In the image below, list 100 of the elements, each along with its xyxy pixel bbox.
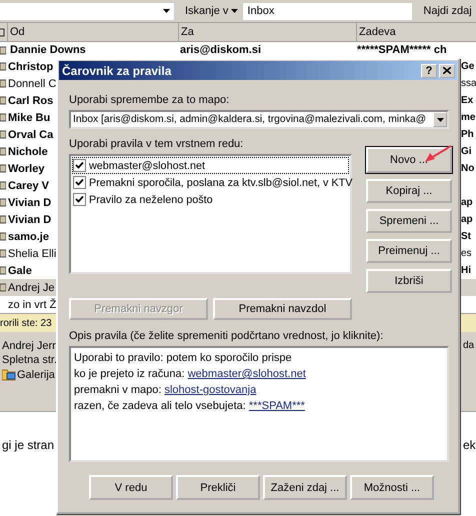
dialog-button[interactable]: V redu: [89, 475, 173, 500]
rule-action-button[interactable]: Izbriši: [366, 269, 452, 293]
rule-action-button[interactable]: Kopiraj ...: [366, 179, 452, 203]
message-row[interactable]: es: [460, 245, 476, 262]
subject-cell: ap: [460, 197, 473, 208]
subject-cell: me: [460, 112, 476, 123]
message-row[interactable]: samo.je: [0, 228, 56, 245]
description-line: premakni v mapo: slohost-gostovanja: [74, 384, 258, 398]
sender-cell: Mike Bu: [8, 112, 50, 124]
caret-icon: [231, 9, 238, 13]
message-row[interactable]: No: [460, 160, 476, 177]
description-line: ko je prejeto iz računa: webmaster@slohost.net: [74, 368, 307, 382]
description-line: Uporabi to pravilo: potem ko sporočilo prispe: [74, 352, 293, 366]
message-row[interactable]: Carey V: [0, 177, 56, 194]
sender-cell: Carey V: [8, 180, 49, 192]
message-row[interactable]: Nichole: [0, 143, 56, 160]
dialog-button[interactable]: Prekliči: [176, 475, 260, 500]
message-row[interactable]: Dannie Downs aris@diskom.si *****SPAM***** ch: [0, 42, 476, 58]
sender-name: Andrej Jerr: [2, 340, 56, 352]
subject-cell-text: *****SPAM***** ch: [356, 44, 448, 56]
close-button[interactable]: [439, 64, 455, 78]
sender-cell: Vivian D: [8, 196, 52, 208]
message-row[interactable]: ap: [460, 211, 476, 228]
message-row[interactable]: Hi: [460, 262, 476, 279]
message-row[interactable]: Vivian D: [0, 211, 56, 228]
help-button[interactable]: ?: [421, 64, 437, 78]
close-icon: [443, 67, 451, 74]
subject-cell: es: [460, 248, 472, 259]
subject-cell: Hi: [460, 265, 471, 276]
dialog-button[interactable]: Možnosti ...: [350, 475, 434, 500]
rule-item[interactable]: Pravilo za neželeno pošto: [72, 191, 349, 208]
rule-checkbox[interactable]: [73, 159, 86, 172]
message-row[interactable]: Worley: [0, 160, 56, 177]
sender-cell: Worley: [8, 162, 44, 174]
message-row[interactable]: Shelia Elli: [0, 245, 56, 262]
message-row[interactable]: Mike Bu: [0, 109, 56, 126]
message-row[interactable]: Carl Ros: [0, 92, 56, 109]
description-link[interactable]: slohost-gostovanja: [164, 384, 256, 396]
subject-cell: No: [460, 163, 474, 174]
message-row[interactable]: ap: [460, 194, 476, 211]
pointer-arrow: [422, 145, 452, 165]
message-row[interactable]: Gi: [460, 143, 476, 160]
folder-icon: [2, 368, 16, 381]
rule-action-button[interactable]: Spremeni ...: [366, 209, 452, 233]
attachment-name[interactable]: Galerija: [17, 368, 55, 380]
search-in-button[interactable]: Iskanje v: [182, 5, 242, 17]
message-row[interactable]: Vivian D: [0, 194, 56, 211]
subject-cell: Ge: [460, 61, 474, 72]
recipient-cell-text: aris@diskom.si: [179, 44, 262, 56]
subject-cell: St: [460, 231, 471, 242]
subject-cell: Ex: [460, 95, 474, 106]
search-field[interactable]: [0, 2, 174, 20]
column-header[interactable]: Od: [7, 23, 178, 41]
column-header[interactable]: Zadeva: [356, 23, 476, 41]
info-bar-text: rorili ste: 23: [0, 318, 52, 328]
rule-item[interactable]: webmaster@slohost.net: [72, 157, 349, 174]
sender-cell: Andrej Je: [8, 282, 54, 294]
rule-checkbox[interactable]: [73, 193, 86, 206]
folder-label: Uporabi spremembe za to mapo:: [69, 94, 230, 106]
description-link[interactable]: ***SPAM***: [248, 400, 305, 412]
folder-field[interactable]: Inbox: [243, 2, 412, 20]
rule-action-button[interactable]: Preimenuj ...: [366, 239, 452, 263]
sender-cell: Gale: [8, 264, 32, 276]
dialog-button[interactable]: Zaženi zdaj ...: [263, 475, 347, 500]
description-link[interactable]: webmaster@slohost.net: [188, 368, 306, 380]
description-line: razen, če zadeva ali telo vsebujeta: ***SPAM***: [74, 400, 306, 414]
sender-cell: Orval Ca: [8, 128, 54, 140]
dialog-title: Čarovnik za pravila: [62, 64, 172, 78]
move-rule-button[interactable]: Premakni navzdol: [213, 298, 352, 320]
message-subject: zo in vrt Ž: [7, 298, 56, 310]
sender-cell: Christop: [8, 60, 54, 72]
message-row[interactable]: Ge: [460, 58, 476, 75]
message-row[interactable]: Ph: [460, 126, 476, 143]
message-row[interactable]: Gale: [0, 262, 56, 279]
message-row[interactable]: Donnell C: [0, 75, 56, 92]
message-row[interactable]: Orval Ca: [0, 126, 56, 143]
subject-cell: Gi: [460, 146, 472, 157]
column-header[interactable]: Za: [178, 23, 356, 41]
sender-cell: Shelia Elli: [8, 248, 56, 260]
message-row[interactable]: Ex: [460, 92, 476, 109]
dropdown-arrow-icon: [436, 118, 444, 122]
message-row[interactable]: St: [460, 228, 476, 245]
folder-dropdown[interactable]: Inbox [aris@diskom.si, admin@kaldera.si, trgovina@malezivali.com, minka@: [69, 110, 449, 129]
subject-cell: Ph: [460, 129, 474, 140]
rule-checkbox[interactable]: [73, 176, 86, 189]
sender-cell: Nichole: [8, 146, 48, 158]
dropdown-arrow-icon: [163, 9, 170, 13]
subject-cell: ap: [460, 214, 473, 225]
find-now-button[interactable]: Najdi zdaj: [420, 5, 475, 17]
description-label: Opis pravila (če želite spremeniti podčrtano vrednost, jo kliknite):: [69, 330, 384, 342]
message-row[interactable]: Christop: [0, 58, 56, 75]
sender-cell: samo.je: [8, 230, 49, 242]
header-text: da: [462, 340, 476, 351]
recipient-line: Spletna str.: [2, 354, 56, 366]
sender-cell: Vivian D: [8, 214, 52, 226]
message-body-text: ek: [462, 438, 476, 452]
message-row[interactable]: me: [460, 109, 476, 126]
message-body-text: gi je stran: [2, 438, 54, 452]
rule-action-button[interactable]: Novo ...: [366, 147, 452, 173]
sender-cell-text: Dannie Downs: [9, 44, 87, 56]
